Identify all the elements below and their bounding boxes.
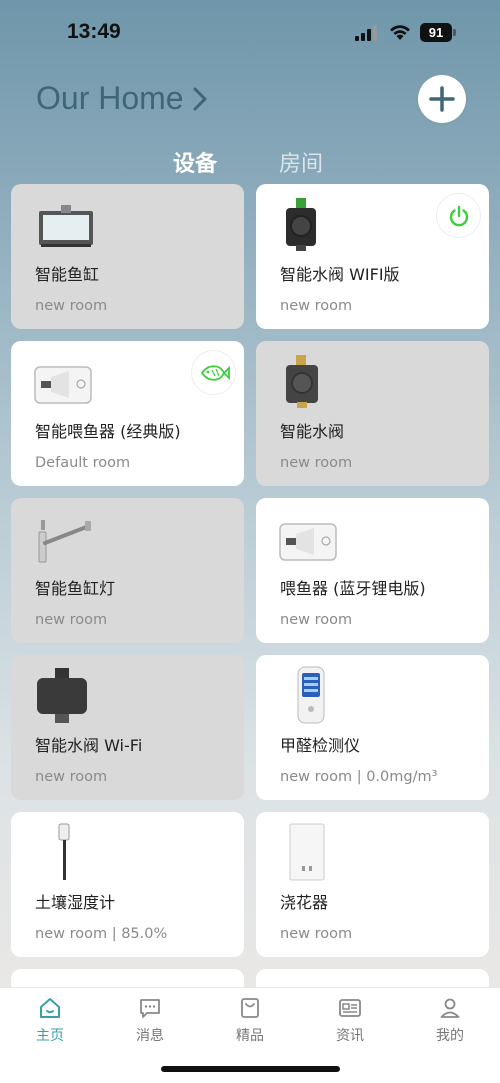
device-grid: 智能鱼缸 new room 智能水阀 WIFI版 new room 智能喂鱼器 … <box>11 184 489 989</box>
water-valve-device-icon <box>37 668 87 723</box>
tab-featured-label: 精品 <box>236 1028 264 1044</box>
device-room: new room <box>280 455 353 471</box>
fish-feeder-device-icon <box>34 366 92 404</box>
power-icon <box>449 205 468 226</box>
device-name: 智能水阀 WIFI版 <box>280 265 400 284</box>
status-time: 13:49 <box>67 20 121 43</box>
device-card[interactable]: 土壤湿度计 new room | 85.0% <box>11 812 244 957</box>
device-card[interactable]: 智能水阀 WIFI版 new room <box>256 184 489 329</box>
home-title: Our Home <box>36 80 184 116</box>
device-card[interactable] <box>11 969 244 989</box>
battery-level: 91 <box>420 23 452 42</box>
power-button[interactable] <box>436 193 481 238</box>
device-name: 土壤湿度计 <box>35 893 116 912</box>
tab-messages-label: 消息 <box>136 1028 164 1044</box>
device-name: 智能鱼缸灯 <box>35 579 116 598</box>
device-room: new room <box>35 612 108 628</box>
tab-rooms[interactable]: 房间 <box>279 146 323 178</box>
tab-profile-label: 我的 <box>436 1028 464 1044</box>
device-name: 浇花器 <box>280 893 329 912</box>
aquarium-device-icon <box>39 205 93 247</box>
device-card[interactable]: 智能水阀 new room <box>256 341 489 486</box>
device-room: new room <box>280 298 353 314</box>
status-bar: 13:49 91 <box>0 0 500 62</box>
plus-icon <box>429 86 455 112</box>
device-name: 智能水阀 Wi-Fi <box>35 736 143 755</box>
message-icon <box>140 999 160 1018</box>
device-card[interactable]: 喂鱼器 (蓝牙锂电版) new room <box>256 498 489 643</box>
device-card[interactable]: 智能喂鱼器 (经典版) Default room <box>11 341 244 486</box>
tab-featured[interactable]: 精品 <box>220 996 280 1045</box>
device-name: 智能鱼缸 <box>35 265 100 284</box>
device-card[interactable] <box>256 969 489 989</box>
chevron-right-icon <box>193 87 207 110</box>
device-room: new room <box>280 926 353 942</box>
device-card[interactable]: 甲醛检测仪 new room | 0.0mg/m³ <box>256 655 489 800</box>
plant-waterer-device-icon <box>289 823 325 881</box>
news-icon <box>339 999 361 1017</box>
device-room: new room <box>280 612 353 628</box>
device-room: new room <box>35 298 108 314</box>
tab-profile[interactable]: 我的 <box>420 996 480 1045</box>
wifi-icon <box>390 25 410 40</box>
soil-moisture-sensor-device-icon <box>58 823 70 880</box>
water-valve-device-icon <box>286 198 316 251</box>
fish-icon <box>200 364 230 381</box>
device-name: 智能水阀 <box>280 422 345 441</box>
home-icon <box>40 998 60 1018</box>
formaldehyde-detector-device-icon <box>297 666 325 724</box>
tab-devices[interactable]: 设备 <box>173 146 217 178</box>
device-card[interactable]: 浇花器 new room <box>256 812 489 957</box>
device-name: 喂鱼器 (蓝牙锂电版) <box>280 579 426 598</box>
cellular-signal-icon <box>355 25 377 41</box>
device-name: 甲醛检测仪 <box>280 736 361 755</box>
shopping-bag-icon <box>241 998 259 1018</box>
home-selector[interactable]: Our Home <box>36 80 210 117</box>
device-room: new room | 85.0% <box>35 926 168 942</box>
tab-home-label: 主页 <box>36 1028 64 1044</box>
add-device-button[interactable] <box>418 75 466 123</box>
device-room: Default room <box>35 455 131 471</box>
device-room: new room | 0.0mg/m³ <box>280 769 438 785</box>
tab-news[interactable]: 资讯 <box>320 996 380 1045</box>
tab-home[interactable]: 主页 <box>20 996 80 1045</box>
tab-news-label: 资讯 <box>336 1028 364 1044</box>
water-valve-device-icon <box>286 355 318 408</box>
feed-button[interactable] <box>191 350 236 395</box>
device-name: 智能喂鱼器 (经典版) <box>35 422 181 441</box>
aquarium-light-device-icon <box>38 520 91 563</box>
device-card[interactable]: 智能鱼缸灯 new room <box>11 498 244 643</box>
device-card[interactable]: 智能鱼缸 new room <box>11 184 244 329</box>
user-icon <box>440 998 460 1018</box>
battery-icon: 91 <box>420 23 456 42</box>
device-room: new room <box>35 769 108 785</box>
view-tabs: 设备 房间 <box>0 146 500 178</box>
fish-feeder-device-icon <box>279 523 337 561</box>
home-indicator <box>161 1066 340 1072</box>
tab-messages[interactable]: 消息 <box>120 996 180 1045</box>
device-card[interactable]: 智能水阀 Wi-Fi new room <box>11 655 244 800</box>
